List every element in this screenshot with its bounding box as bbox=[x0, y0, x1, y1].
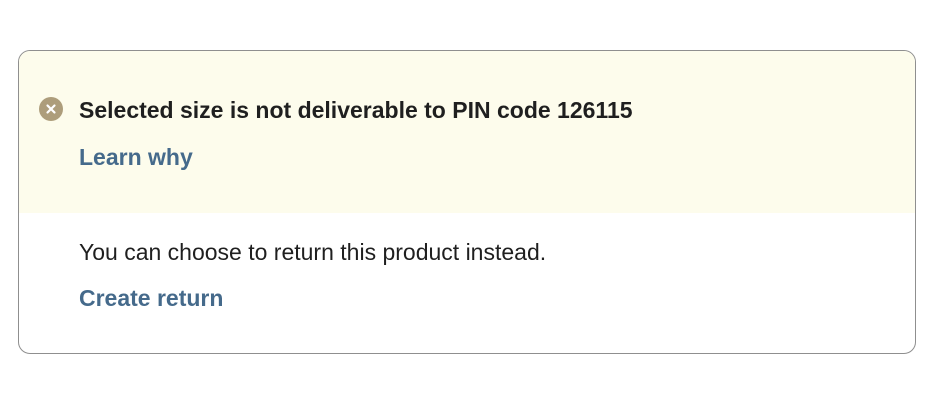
create-return-link[interactable]: Create return bbox=[79, 283, 223, 313]
undeliverable-alert: Selected size is not deliverable to PIN … bbox=[19, 51, 915, 213]
delivery-status-card: Selected size is not deliverable to PIN … bbox=[18, 50, 916, 354]
alert-title: Selected size is not deliverable to PIN … bbox=[79, 97, 633, 123]
return-message: You can choose to return this product in… bbox=[79, 239, 547, 265]
learn-why-link[interactable]: Learn why bbox=[79, 142, 193, 172]
close-circle-icon bbox=[39, 97, 63, 121]
